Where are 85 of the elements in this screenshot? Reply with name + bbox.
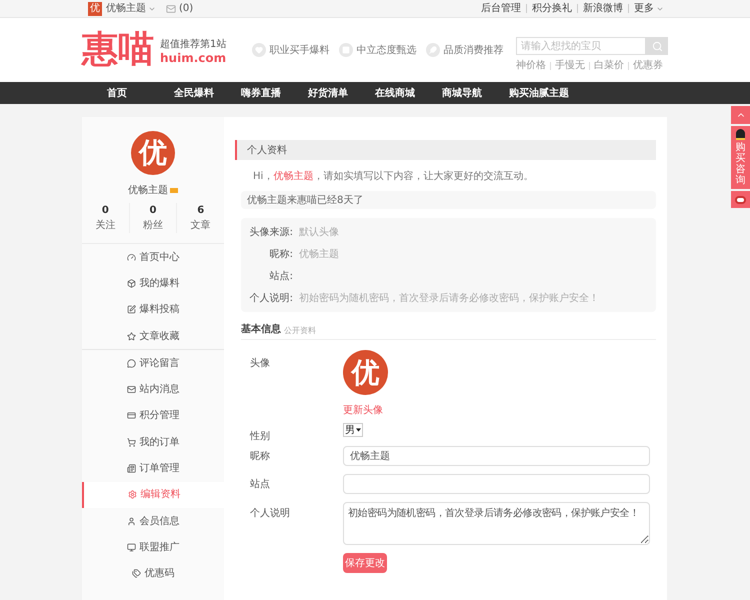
sidebar-item[interactable]: 编辑资料 [82,482,224,508]
detail-value: 初始密码为随机密码，首次登录后请务必修改密码，保护账户安全！ [299,292,599,306]
nav-link[interactable]: 商城导航 [442,86,509,100]
tags-icon [132,569,140,578]
feature-text: 职业买手爆料 [269,44,330,58]
sidebar-item[interactable]: 积分管理 [82,402,224,430]
stat-label: 关注 [95,218,116,233]
detail-label: 个人说明: [248,292,293,306]
monitor-icon [126,542,136,552]
section-subtitle: 公开资料 [284,325,316,337]
panel-title: 个人资料 [235,140,656,160]
back-to-top-button[interactable] [731,106,750,124]
card-icon [126,411,136,420]
nav-link[interactable]: 首页 [107,86,174,100]
edit-icon [126,305,136,314]
gear-icon [128,490,136,500]
sidebar-item[interactable]: 评论留言 [82,350,224,376]
star-icon [126,332,136,341]
detail-label: 昵称: [268,248,293,262]
bio-field[interactable]: 初始密码为随机密码，首次登录后请务必修改密码，保护账户安全！ [343,502,650,545]
sidebar-item[interactable]: 文章收藏 [82,322,224,350]
dropdown-arrow-icon [356,428,361,432]
field-label: 站点 [250,478,271,492]
sidebar-item[interactable]: 首页中心 [82,244,224,270]
section-title: 基本信息 [241,322,281,337]
sidebar-item[interactable]: 会员信息 [82,508,224,534]
stat-value: 6 [197,204,204,218]
site-field[interactable] [343,474,650,494]
detail-value: 默认头像 [299,226,339,240]
top-link[interactable]: 新浪微博 [583,1,623,16]
detail-label: 头像来源: [248,226,293,240]
avatar: 优 [131,131,175,175]
stat-label: 文章 [190,218,211,233]
stat-label: 粉丝 [143,218,163,233]
gauge-icon [126,252,136,262]
nav-link[interactable]: 好货清单 [308,86,375,100]
user-icon [126,516,136,526]
user-menu[interactable]: 优畅主题 [106,1,146,16]
feature-text: 中立态度甄选 [356,44,416,58]
top-link[interactable]: 更多 [634,1,654,16]
nickname-field[interactable]: 优畅主题 [343,446,650,466]
cart-icon [126,438,136,447]
top-link[interactable]: 积分换礼 [532,1,572,16]
stat-value: 0 [150,204,156,218]
nav-link[interactable]: 购买油腻主题 [509,86,576,100]
message-count[interactable]: (0) [179,1,194,16]
nav-link[interactable]: 在线商城 [375,86,442,100]
avatar: 优 [343,350,388,395]
greeting: Hi，优畅主题，请如实填写以下内容，让大家更好的交流互动。 [253,170,534,184]
notice: 优畅主题来惠喵已经8天了 [241,191,656,209]
vip-badge-icon [170,188,178,193]
stat-value: 0 [102,204,109,218]
weibo-button[interactable] [731,191,750,208]
site-logo: 优 [88,2,102,16]
field-label: 个人说明 [250,507,291,521]
mail-icon [126,385,136,394]
logo[interactable]: 惠喵 [82,32,154,68]
cube-icon [126,278,136,288]
field-label: 昵称 [250,450,271,464]
mail-icon[interactable] [166,4,176,14]
sidebar-item[interactable]: 我的爆料 [82,270,224,297]
slogan: 超值推荐第1站 [160,38,226,52]
detail-label: 站点: [268,270,293,284]
search-icon [652,40,662,52]
field-label: 性别 [250,430,271,444]
sidebar-item[interactable]: 优惠码 [82,560,224,587]
domain: huim.com [160,52,226,64]
sidebar-item[interactable]: 我的订单 [82,429,224,456]
chat-icon [126,358,136,368]
top-link[interactable]: 后台管理 [481,1,521,16]
nav-link[interactable]: 嗨券直播 [241,86,308,100]
sidebar-item[interactable]: 联盟推广 [82,534,224,561]
change-avatar-link[interactable]: 更新头像 [343,403,388,418]
detail-value: 优畅主题 [299,248,339,262]
sidebar-item[interactable]: 订单管理 [82,455,224,482]
search-button[interactable] [646,37,668,55]
gender-select[interactable]: 男 [343,423,363,437]
field-label: 头像 [250,356,271,371]
newspaper-icon [126,464,136,474]
feature-text: 品质消费推荐 [443,44,504,58]
sidebar-item[interactable]: 爆料投稿 [82,296,224,323]
nav-link[interactable]: 全民爆料 [174,86,241,100]
search-field[interactable]: 请输入想找的宝贝 [516,37,646,55]
sidebar-item[interactable]: 站内消息 [82,376,224,403]
user-name[interactable]: 优畅主题 [128,183,168,198]
